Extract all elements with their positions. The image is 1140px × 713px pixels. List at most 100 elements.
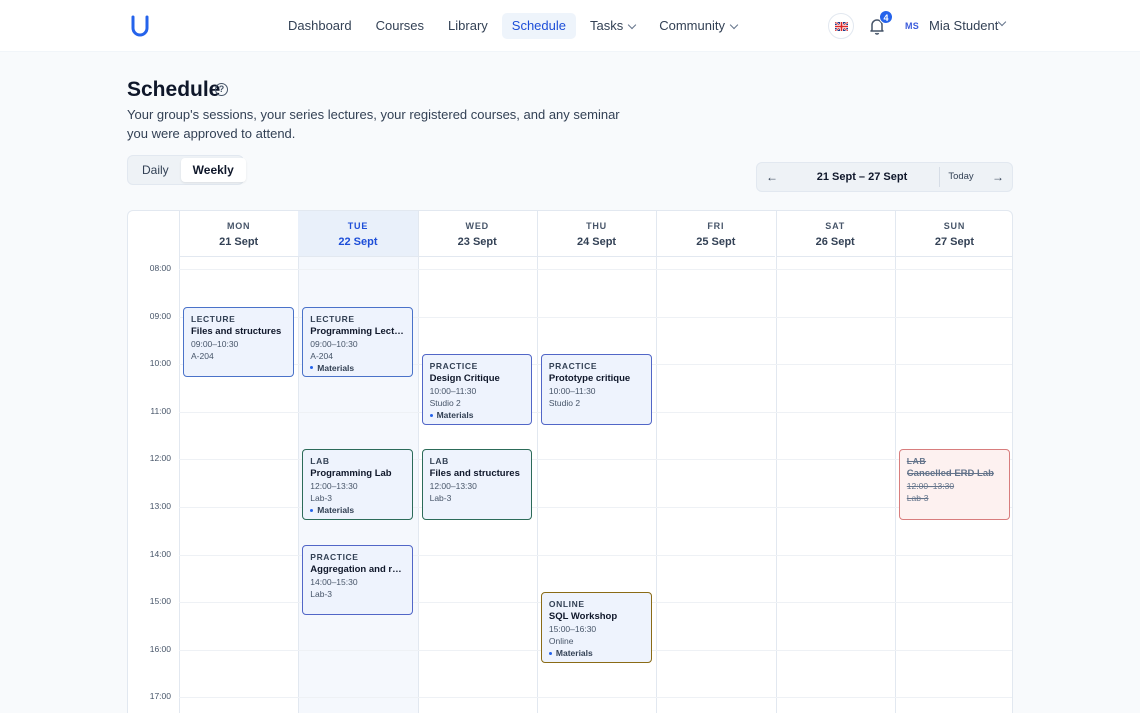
event-time: 10:00–11:30 xyxy=(548,386,596,397)
calendar-event-practice[interactable]: PRACTICE Design Critique 10:00–11:30 Studio… xyxy=(421,354,533,425)
calendar-event-cancelled[interactable]: LAB Cancelled ERD Lab 12:00–13:30 Lab-3 xyxy=(898,449,1010,520)
event-materials-link[interactable]: Materials xyxy=(310,504,405,516)
nav-item-schedule[interactable]: Schedule xyxy=(501,13,576,39)
day-header-mon: MON 21 Sept xyxy=(179,211,299,257)
hour-label: 08:00 xyxy=(149,263,171,273)
day-date-label: 25 Sept xyxy=(696,236,736,248)
day-header-sat: SAT 26 Sept xyxy=(775,211,895,257)
event-location: Lab-3 xyxy=(310,588,333,599)
hour-label: 14:00 xyxy=(149,548,171,559)
app-logo-icon[interactable] xyxy=(130,15,150,37)
nav-item-label: Tasks xyxy=(590,18,624,33)
event-type-label: LAB xyxy=(429,456,449,467)
day-date-label: 26 Sept xyxy=(815,236,855,248)
today-button[interactable]: Today xyxy=(941,163,981,191)
event-location: Lab-3 xyxy=(310,493,333,504)
day-header-thu: THU 24 Sept xyxy=(536,211,657,257)
event-type-label: LECTURE xyxy=(310,313,355,324)
day-of-week-label: WED xyxy=(465,221,489,231)
hour-label: 12:00 xyxy=(149,453,171,464)
main-nav: Dashboard Courses Library Schedule Tasks Comm… xyxy=(278,13,747,39)
event-title: Cancelled ERD Lab xyxy=(906,468,994,480)
bullet-dot-icon xyxy=(548,651,552,655)
top-navigation-bar: Dashboard Courses Library Schedule Tasks Comm… xyxy=(0,0,1140,52)
event-type-label: PRACTICE xyxy=(548,361,598,372)
event-location: Lab-3 xyxy=(429,493,452,504)
event-location: Studio 2 xyxy=(548,398,581,409)
nav-item-label: Dashboard xyxy=(288,18,352,33)
event-title: Programming Lecture xyxy=(310,325,406,337)
hour-label: 17:00 xyxy=(149,691,171,702)
event-type-label: LAB xyxy=(906,456,927,467)
nav-item-tasks[interactable]: Tasks xyxy=(580,13,645,39)
view-option-daily[interactable]: Daily xyxy=(130,158,181,182)
bullet-dot-icon xyxy=(310,508,314,512)
chevron-down-icon xyxy=(729,20,739,29)
day-column-mon xyxy=(179,211,298,713)
nav-item-label: Library xyxy=(448,18,488,33)
event-materials-link[interactable]: Materials xyxy=(310,362,405,374)
help-icon[interactable]: ? xyxy=(215,83,228,96)
event-time: 09:00–10:30 xyxy=(191,338,239,349)
materials-label: Materials xyxy=(317,505,355,516)
hour-label: 09:00 xyxy=(149,310,171,321)
calendar-event-lecture[interactable]: LECTURE Files and structures 09:00–10:30 A-… xyxy=(183,306,294,377)
view-toggle: Daily Weekly xyxy=(127,155,246,185)
day-date-label: 24 Sept xyxy=(576,236,617,248)
chevron-down-icon[interactable] xyxy=(997,17,1007,27)
calendar-event-lab[interactable]: LAB Files and structures 12:00–13:30 Lab-3 xyxy=(421,449,533,520)
calendar-event-online[interactable]: ONLINE SQL Workshop 15:00–16:30 Online Mater… xyxy=(540,592,652,663)
event-title: Aggregation and reports xyxy=(310,563,405,575)
calendar-event-lecture[interactable]: LECTURE Programming Lecture 09:00–10:30 A-2… xyxy=(302,306,414,377)
event-time: 09:00–10:30 xyxy=(310,338,358,349)
user-menu-name[interactable]: Mia Student xyxy=(929,18,998,34)
event-location: A-204 xyxy=(310,350,333,361)
day-date-label: 21 Sept xyxy=(219,236,259,248)
event-title: Design Critique xyxy=(429,373,500,385)
day-header-tue: TUE 22 Sept xyxy=(298,211,418,257)
day-header-wed: WED 23 Sept xyxy=(417,211,537,257)
day-of-week-label: MON xyxy=(226,221,251,231)
hour-label: 15:00 xyxy=(149,596,171,607)
chevron-down-icon xyxy=(627,20,637,29)
nav-item-courses[interactable]: Courses xyxy=(366,13,434,39)
nav-item-library[interactable]: Library xyxy=(438,13,498,39)
notification-count-badge: 4 xyxy=(879,10,893,24)
calendar-event-lab[interactable]: LAB Programming Lab 12:00–13:30 Lab-3 Materi… xyxy=(302,449,414,520)
event-time: 14:00–15:30 xyxy=(310,576,358,587)
event-time: 12:00–13:30 xyxy=(310,481,358,492)
event-time: 15:00–16:30 xyxy=(548,624,597,635)
event-title: Prototype critique xyxy=(548,373,631,385)
event-location: Studio 2 xyxy=(429,398,461,409)
date-navigator: ← 21 Sept – 27 Sept Today → xyxy=(756,162,1013,192)
hour-label: 13:00 xyxy=(149,501,171,511)
event-materials-link[interactable]: Materials xyxy=(429,409,525,421)
user-avatar[interactable]: MS xyxy=(902,16,922,36)
day-of-week-label: SUN xyxy=(943,221,966,231)
event-type-label: LECTURE xyxy=(191,313,236,324)
divider xyxy=(939,167,940,187)
materials-label: Materials xyxy=(317,362,355,373)
nav-item-label: Community xyxy=(659,18,725,33)
day-of-week-label: SAT xyxy=(825,221,846,231)
event-materials-link[interactable]: Materials xyxy=(548,647,644,659)
event-time: 10:00–11:30 xyxy=(429,386,477,397)
language-switcher[interactable] xyxy=(828,13,854,39)
event-title: SQL Workshop xyxy=(548,611,618,623)
event-location: A-204 xyxy=(191,350,214,361)
nav-item-community[interactable]: Community xyxy=(649,13,747,39)
nav-item-dashboard[interactable]: Dashboard xyxy=(278,13,362,39)
next-week-arrow-icon[interactable]: → xyxy=(983,163,1013,191)
view-option-weekly[interactable]: Weekly xyxy=(180,158,246,182)
weekly-calendar-grid: MON 21 Sept TUE 22 Sept WED 23 Sept THU 24 Sept… xyxy=(127,210,1013,713)
calendar-event-practice[interactable]: PRACTICE Prototype critique 10:00–11:30 Stu… xyxy=(540,354,652,425)
day-date-label: 22 Sept xyxy=(338,236,378,248)
bullet-dot-icon xyxy=(310,366,314,370)
hour-label: 16:00 xyxy=(149,643,171,654)
calendar-event-practice[interactable]: PRACTICEAggregation and reports14:00–15:… xyxy=(302,544,414,615)
hour-gridline xyxy=(179,269,1012,270)
event-time: 12:00–13:30 xyxy=(429,481,477,492)
event-title: Files and structures xyxy=(429,468,520,480)
previous-week-arrow-icon[interactable]: ← xyxy=(757,163,787,191)
materials-label: Materials xyxy=(436,410,474,421)
